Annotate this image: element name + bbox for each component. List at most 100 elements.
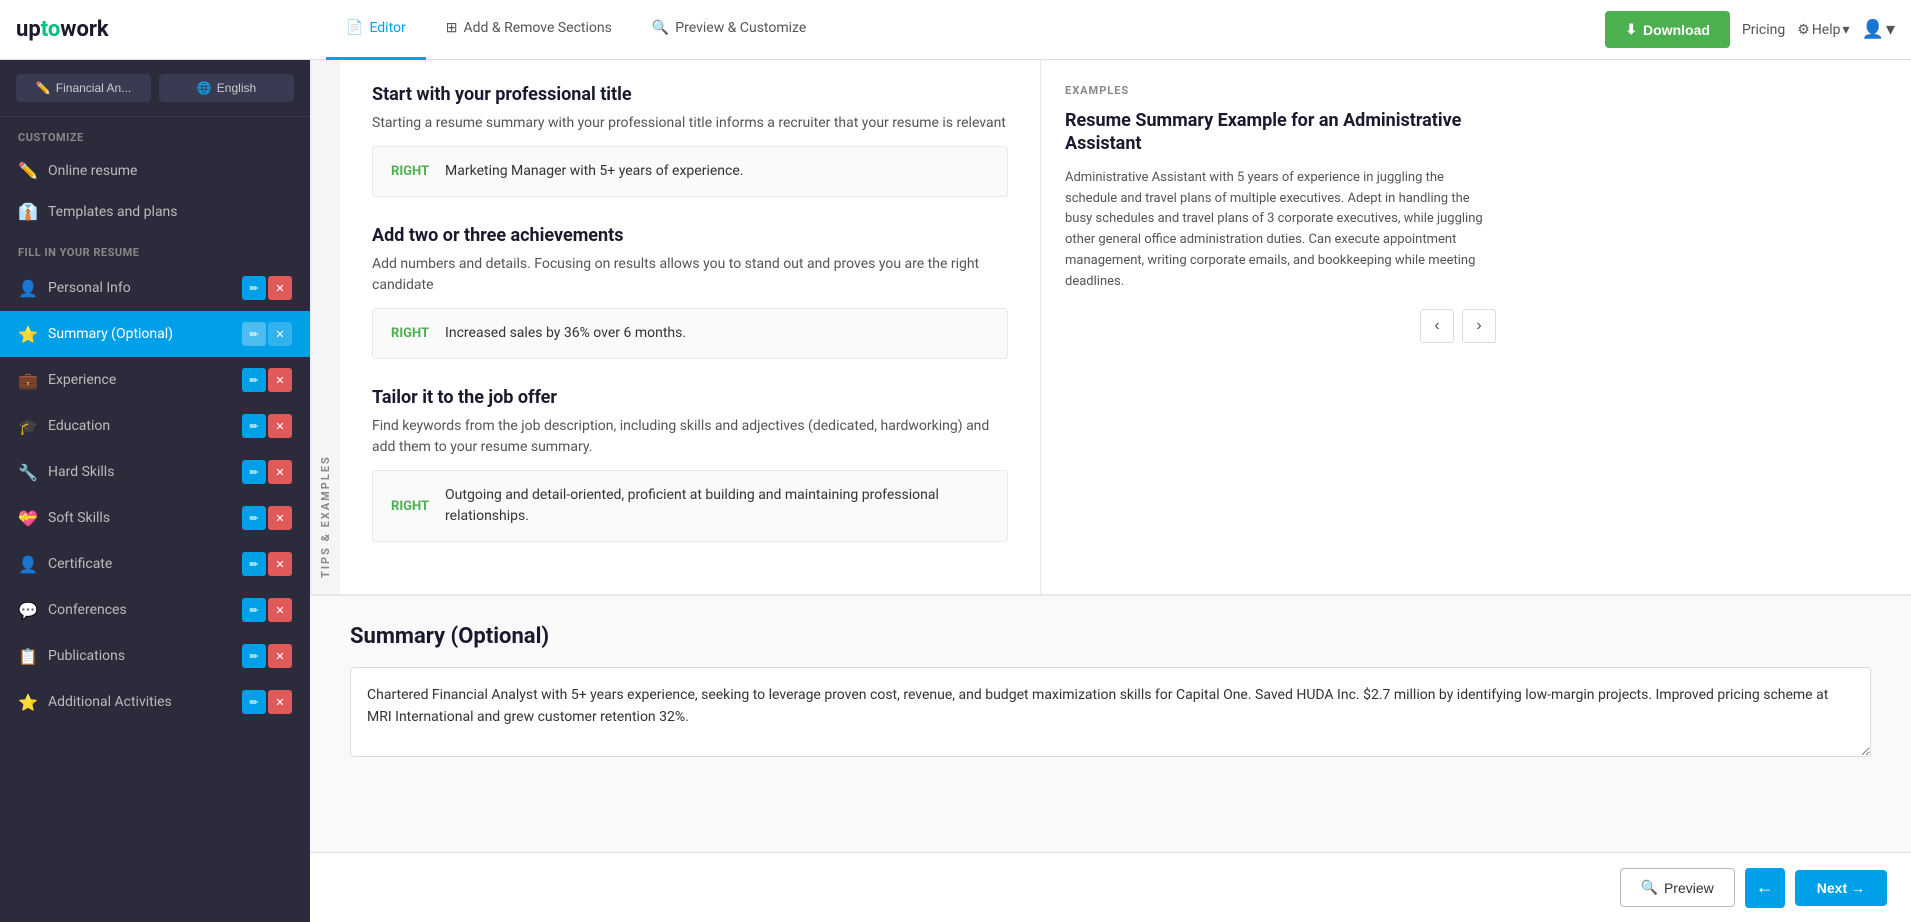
tab-add-remove-label: Add & Remove Sections (463, 20, 611, 36)
nav-tabs: 📄 Editor ⊞ Add & Remove Sections 🔍 Previ… (326, 0, 1605, 60)
sidebar-item-summary[interactable]: ⭐ Summary (Optional) ✏ ✕ (0, 311, 310, 357)
tip-desc-1: Starting a resume summary with your prof… (372, 113, 1008, 134)
personal-info-edit-button[interactable]: ✏ (242, 276, 266, 300)
online-resume-label: Online resume (48, 163, 292, 179)
tab-preview[interactable]: 🔍 Preview & Customize (632, 0, 826, 60)
examples-label: EXAMPLES (1065, 84, 1496, 97)
online-resume-icon: ✏️ (18, 161, 38, 180)
example-prev-button[interactable]: ‹ (1420, 309, 1454, 343)
summary-delete-button[interactable]: ✕ (268, 322, 292, 346)
soft-skills-delete-button[interactable]: ✕ (268, 506, 292, 530)
editor-icon: 📄 (346, 20, 363, 36)
publications-actions: ✏ ✕ (242, 644, 292, 668)
file-name-button[interactable]: ✏️ Financial An... (16, 74, 151, 102)
personal-info-delete-button[interactable]: ✕ (268, 276, 292, 300)
conferences-label: Conferences (48, 602, 232, 618)
hard-skills-icon: 🔧 (18, 463, 38, 482)
tip-desc-2: Add numbers and details. Focusing on res… (372, 254, 1008, 296)
main-layout: ✏️ Financial An... 🌐 English CUSTOMIZE ✏… (0, 60, 1911, 922)
education-actions: ✏ ✕ (242, 414, 292, 438)
preview-button[interactable]: 🔍 Preview (1620, 868, 1735, 907)
education-delete-button[interactable]: ✕ (268, 414, 292, 438)
example-title: Resume Summary Example for an Administra… (1065, 109, 1496, 156)
right-badge-2: RIGHT (391, 326, 429, 341)
hard-skills-edit-button[interactable]: ✏ (242, 460, 266, 484)
experience-delete-button[interactable]: ✕ (268, 368, 292, 392)
globe-icon: 🌐 (197, 81, 212, 95)
tips-content: Start with your professional title Start… (340, 60, 1040, 594)
summary-textarea[interactable] (350, 667, 1871, 757)
tip-example-text-3: Outgoing and detail-oriented, proficient… (445, 485, 989, 527)
tab-add-remove[interactable]: ⊞ Add & Remove Sections (426, 0, 632, 60)
soft-skills-label: Soft Skills (48, 510, 232, 526)
user-chevron-icon: ▾ (1886, 19, 1895, 40)
sidebar-item-publications[interactable]: 📋 Publications ✏ ✕ (0, 633, 310, 679)
summary-form-section: Summary (Optional) (310, 596, 1911, 852)
soft-skills-edit-button[interactable]: ✏ (242, 506, 266, 530)
examples-panel: EXAMPLES Resume Summary Example for an A… (1040, 60, 1520, 594)
hard-skills-delete-button[interactable]: ✕ (268, 460, 292, 484)
conferences-edit-button[interactable]: ✏ (242, 598, 266, 622)
soft-skills-actions: ✏ ✕ (242, 506, 292, 530)
certificate-edit-button[interactable]: ✏ (242, 552, 266, 576)
next-button[interactable]: Next → (1795, 870, 1887, 906)
user-avatar-button[interactable]: 👤 ▾ (1862, 19, 1895, 40)
education-edit-button[interactable]: ✏ (242, 414, 266, 438)
tab-editor-label: Editor (369, 20, 405, 36)
example-body: Administrative Assistant with 5 years of… (1065, 168, 1496, 293)
sidebar-item-certificate[interactable]: 👤 Certificate ✏ ✕ (0, 541, 310, 587)
file-icon: ✏️ (36, 81, 51, 95)
download-label: Download (1643, 22, 1710, 38)
download-icon: ⬇ (1625, 21, 1637, 38)
sidebar-item-experience[interactable]: 💼 Experience ✏ ✕ (0, 357, 310, 403)
help-chevron-icon: ▾ (1843, 22, 1850, 38)
nav-right: ⬇ Download Pricing ⚙ Help ▾ 👤 ▾ (1605, 11, 1895, 48)
conferences-delete-button[interactable]: ✕ (268, 598, 292, 622)
download-button[interactable]: ⬇ Download (1605, 11, 1730, 48)
summary-actions: ✏ ✕ (242, 322, 292, 346)
tip-desc-3: Find keywords from the job description, … (372, 416, 1008, 458)
experience-icon: 💼 (18, 371, 38, 390)
sidebar-item-personal-info[interactable]: 👤 Personal Info ✏ ✕ (0, 265, 310, 311)
pricing-link[interactable]: Pricing (1742, 22, 1785, 38)
tab-editor[interactable]: 📄 Editor (326, 0, 426, 60)
certificate-delete-button[interactable]: ✕ (268, 552, 292, 576)
language-label: English (217, 81, 256, 95)
sidebar-item-online-resume[interactable]: ✏️ Online resume (0, 150, 310, 191)
additional-actions: ✏ ✕ (242, 690, 292, 714)
tips-vertical-label: TIPS & EXAMPLES (310, 60, 340, 594)
tip-example-text-1: Marketing Manager with 5+ years of exper… (445, 161, 743, 182)
experience-edit-button[interactable]: ✏ (242, 368, 266, 392)
experience-actions: ✏ ✕ (242, 368, 292, 392)
publications-edit-button[interactable]: ✏ (242, 644, 266, 668)
help-link[interactable]: ⚙ Help ▾ (1797, 22, 1849, 38)
tip-example-2: RIGHT Increased sales by 36% over 6 mont… (372, 308, 1008, 359)
sidebar-item-soft-skills[interactable]: 💝 Soft Skills ✏ ✕ (0, 495, 310, 541)
personal-info-label: Personal Info (48, 280, 232, 296)
sidebar-item-conferences[interactable]: 💬 Conferences ✏ ✕ (0, 587, 310, 633)
sidebar-item-hard-skills[interactable]: 🔧 Hard Skills ✏ ✕ (0, 449, 310, 495)
summary-section-title: Summary (Optional) (350, 624, 1871, 649)
top-navigation: uptowork 📄 Editor ⊞ Add & Remove Section… (0, 0, 1911, 60)
user-icon: 👤 (1862, 19, 1884, 40)
example-next-button[interactable]: › (1462, 309, 1496, 343)
education-label: Education (48, 418, 232, 434)
hard-skills-label: Hard Skills (48, 464, 232, 480)
summary-edit-button[interactable]: ✏ (242, 322, 266, 346)
additional-edit-button[interactable]: ✏ (242, 690, 266, 714)
back-button[interactable]: ← (1745, 868, 1785, 908)
fill-section-label: FILL IN YOUR RESUME (0, 232, 310, 265)
templates-label: Templates and plans (48, 204, 292, 220)
customize-section-label: CUSTOMIZE (0, 117, 310, 150)
sidebar-item-additional[interactable]: ⭐ Additional Activities ✏ ✕ (0, 679, 310, 725)
sidebar-item-templates[interactable]: 👔 Templates and plans (0, 191, 310, 232)
soft-skills-icon: 💝 (18, 509, 38, 528)
tip-example-3: RIGHT Outgoing and detail-oriented, prof… (372, 470, 1008, 542)
sidebar-item-education[interactable]: 🎓 Education ✏ ✕ (0, 403, 310, 449)
conferences-actions: ✏ ✕ (242, 598, 292, 622)
language-button[interactable]: 🌐 English (159, 74, 294, 102)
add-remove-icon: ⊞ (446, 20, 458, 36)
publications-delete-button[interactable]: ✕ (268, 644, 292, 668)
additional-delete-button[interactable]: ✕ (268, 690, 292, 714)
preview-icon: 🔍 (652, 20, 669, 36)
